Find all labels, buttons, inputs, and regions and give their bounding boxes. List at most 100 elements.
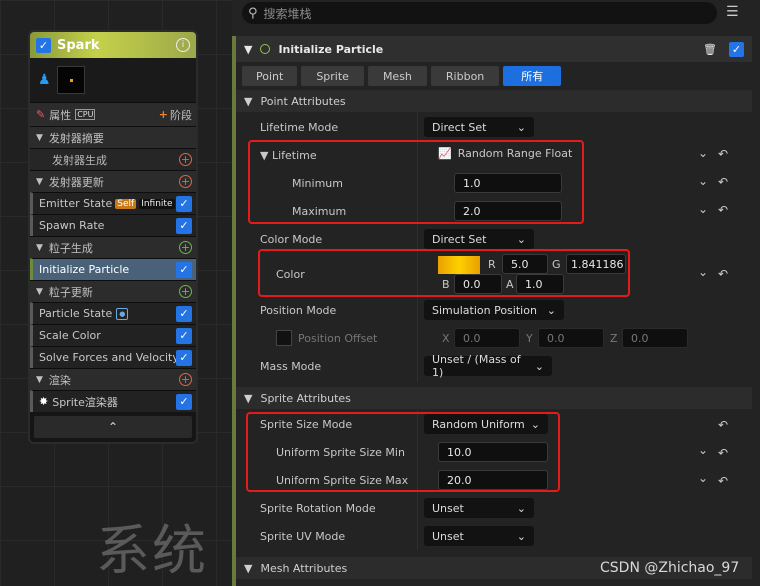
collapse-arrow-icon[interactable]: ▼ (36, 287, 43, 297)
emitter-row[interactable]: 发射器生成 + (30, 148, 196, 170)
sprite-attributes-category[interactable]: ▼ Sprite Attributes (236, 387, 752, 409)
collapse-button[interactable]: ⌃ (34, 416, 192, 438)
enable-checkbox[interactable]: ✓ (176, 305, 192, 322)
mass-mode-label: Mass Mode (260, 360, 322, 373)
emitter-row[interactable]: ▼ 发射器更新 + (30, 170, 196, 192)
add-stage-button[interactable]: 阶段 (170, 107, 192, 123)
collapse-arrow-icon[interactable]: ▼ (36, 375, 43, 385)
chevron-down-icon: ⌄ (516, 120, 526, 134)
emitter-row[interactable]: ▼ 渲染 + (30, 368, 196, 390)
collapse-arrow-icon[interactable]: ▼ (244, 562, 252, 575)
emitter-enable-checkbox[interactable]: ✓ (36, 37, 51, 53)
search-bar[interactable]: ⚲ 搜索堆栈 (242, 2, 717, 24)
emitter-stack-list: ▼ 发射器摘要 发射器生成 + ▼ 发射器更新 + Emitter State Self Infi… (30, 126, 196, 412)
emitter-row[interactable]: Scale Color ✓ (30, 324, 196, 346)
uv-mode-dropdown[interactable]: Unset ⌄ (424, 526, 534, 546)
color-mode-label: Color Mode (260, 233, 323, 246)
enable-checkbox[interactable]: ✓ (176, 349, 192, 366)
add-module-icon[interactable]: + (179, 285, 192, 298)
reset-icon[interactable]: ↶ (718, 175, 728, 189)
reset-icon[interactable]: ↶ (718, 446, 728, 460)
collapse-arrow-icon[interactable]: ▼ (244, 43, 252, 56)
emitter-row[interactable]: Particle State ● ✓ (30, 302, 196, 324)
reset-icon[interactable]: ↶ (718, 203, 728, 217)
highlight-sprite-size (246, 412, 560, 492)
position-mode-dropdown[interactable]: Simulation Position ⌄ (424, 300, 564, 320)
credit-watermark: CSDN @Zhichao_97 (600, 560, 740, 576)
add-stage-icon: + (158, 108, 168, 121)
collapse-arrow-icon[interactable]: ▼ (36, 177, 43, 187)
collapse-arrow-icon[interactable]: ▼ (36, 133, 43, 143)
offset-y-input[interactable]: 0.0 (538, 328, 604, 348)
collapse-arrow-icon[interactable]: ▼ (244, 392, 252, 405)
add-module-icon[interactable]: + (179, 175, 192, 188)
chevron-down-icon[interactable]: ⌄ (698, 202, 708, 216)
chevron-down-icon[interactable]: ⌄ (698, 174, 708, 188)
tab-mesh[interactable]: Mesh (367, 66, 427, 86)
emitter-row[interactable]: Emitter State Self Infinite ✓ (30, 192, 196, 214)
emitter-row[interactable]: Spawn Rate ✓ (30, 214, 196, 236)
enable-checkbox[interactable]: ✓ (176, 217, 192, 234)
offset-z-input[interactable]: 0.0 (622, 328, 688, 348)
emitter-row-label: 粒子更新 (48, 285, 93, 299)
chevron-down-icon: ⌄ (534, 359, 544, 373)
emitter-row[interactable]: ▼ 粒子更新 + (30, 280, 196, 302)
emitter-thumbnail (56, 66, 85, 94)
add-module-icon[interactable]: + (179, 241, 192, 254)
chevron-down-icon[interactable]: ⌄ (698, 471, 708, 485)
rotation-mode-label: Sprite Rotation Mode (260, 502, 376, 515)
enable-checkbox[interactable]: ✓ (176, 327, 192, 344)
tab-ribbon[interactable]: Ribbon (430, 66, 500, 86)
emitter-row[interactable]: Initialize Particle ✓ (30, 258, 196, 280)
color-mode-dropdown[interactable]: Direct Set ⌄ (424, 229, 534, 249)
enable-checkbox[interactable]: ✓ (176, 393, 192, 410)
emitter-row-label: 渲染 (48, 373, 71, 387)
uv-mode-label: Sprite UV Mode (260, 530, 346, 543)
collapse-arrow-icon[interactable]: ▼ (244, 95, 252, 108)
reset-icon[interactable]: ↶ (718, 418, 728, 432)
offset-x-input[interactable]: 0.0 (454, 328, 520, 348)
emitter-row[interactable]: Solve Forces and Velocity ✓ (30, 346, 196, 368)
emitter-row-label: Initialize Particle (39, 263, 130, 276)
emitter-row[interactable]: ✸ Sprite渲染器 ✓ (30, 390, 196, 412)
module-enable-checkbox[interactable]: ✓ (729, 41, 744, 57)
emitter-row[interactable]: ▼ 粒子生成 + (30, 236, 196, 258)
x-axis-label: X (442, 332, 450, 345)
enable-checkbox[interactable]: ✓ (176, 195, 192, 212)
add-module-icon[interactable]: + (179, 153, 192, 166)
position-offset-checkbox[interactable] (276, 330, 292, 346)
reset-icon[interactable]: ↶ (718, 474, 728, 488)
emitter-row-label: Spawn Rate (39, 219, 105, 232)
point-attributes-category[interactable]: ▼ Point Attributes (236, 90, 752, 112)
chevron-down-icon[interactable]: ⌄ (698, 443, 708, 457)
enable-checkbox[interactable]: ✓ (176, 261, 192, 278)
add-module-icon[interactable]: + (179, 373, 192, 386)
lifetime-mode-dropdown[interactable]: Direct Set ⌄ (424, 117, 534, 137)
rotation-mode-dropdown[interactable]: Unset ⌄ (424, 498, 534, 518)
mass-mode-dropdown[interactable]: Unset / (Mass of 1) ⌄ (424, 353, 552, 379)
tab-all[interactable]: 所有 (503, 66, 562, 86)
chevron-down-icon[interactable]: ⌄ (698, 146, 708, 160)
highlight-color (258, 249, 630, 297)
collapse-arrow-icon[interactable]: ▼ (36, 243, 43, 253)
z-axis-label: Z (610, 332, 618, 345)
reset-icon[interactable]: ↶ (718, 147, 728, 161)
position-mode-value: Simulation Position (432, 303, 537, 317)
tab-point[interactable]: Point (242, 66, 298, 86)
module-header[interactable]: ▼ Initialize Particle 🗑 ✓ (236, 36, 752, 62)
position-mode-label: Position Mode (260, 304, 337, 317)
chevron-down-icon[interactable]: ⌄ (698, 265, 708, 279)
emitter-row[interactable]: ▼ 发射器摘要 (30, 126, 196, 148)
cpu-badge: CPU (75, 109, 96, 120)
reset-icon[interactable]: ↶ (718, 267, 728, 281)
emitter-node[interactable]: ✓ Spark i ♟ ✎ 属性 CPU + 阶段 ▼ 发射器摘要 发射器生成 + ▼ 发… (28, 30, 198, 444)
emitter-header[interactable]: ✓ Spark i (30, 32, 196, 58)
person-icon: ♟ (38, 72, 51, 88)
info-icon[interactable]: i (176, 38, 190, 52)
trash-icon[interactable]: 🗑 (703, 43, 717, 56)
tab-sprite[interactable]: Sprite (301, 66, 364, 86)
search-input[interactable]: 搜索堆栈 (264, 5, 312, 22)
filter-icon[interactable]: ☰ (726, 4, 739, 20)
pencil-icon: ✎ (36, 108, 46, 121)
emitter-properties-row[interactable]: ✎ 属性 CPU + 阶段 (30, 102, 196, 126)
